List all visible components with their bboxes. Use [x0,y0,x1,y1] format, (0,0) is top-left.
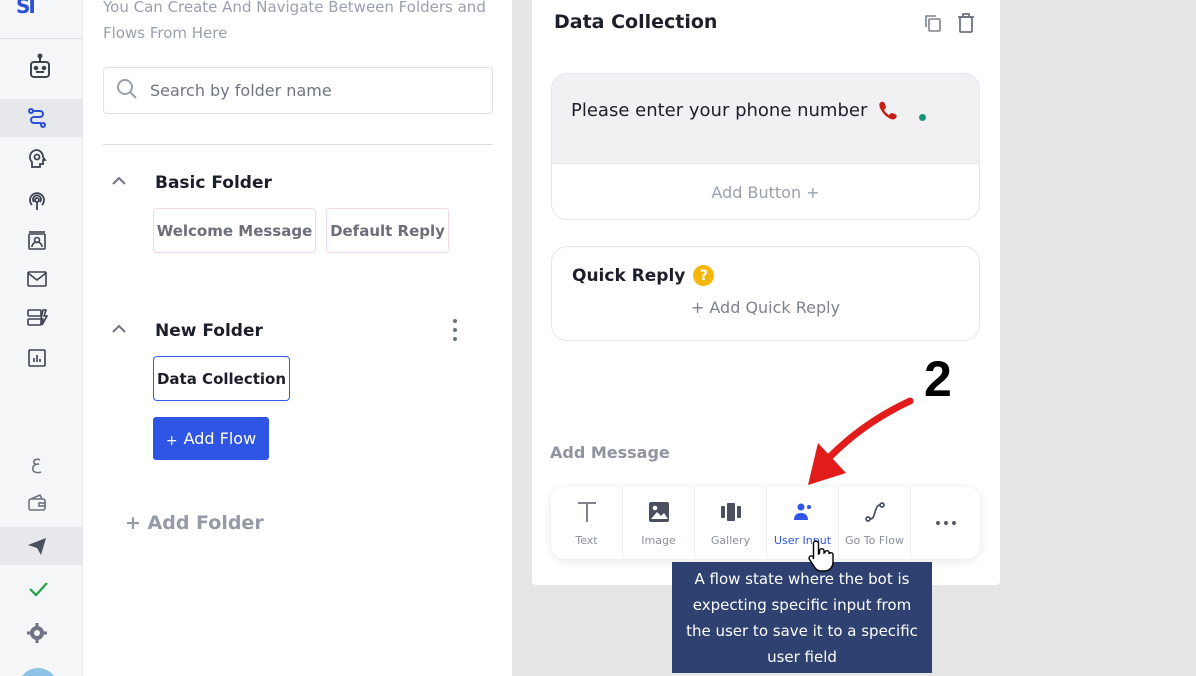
quick-reply-title: Quick Reply ? [572,265,715,286]
folder-basic[interactable]: Basic Folder [110,172,470,194]
folder-name: Basic Folder [155,173,272,193]
tool-label: Go To Flow [845,533,904,547]
trash-icon[interactable] [956,12,976,38]
add-flow-button[interactable]: + Add Flow [153,417,269,460]
sidebar: SI [0,0,83,676]
image-icon [647,500,671,528]
chevron-up-icon[interactable] [110,172,128,194]
go-to-flow-icon [863,500,887,528]
sidebar-item-templates[interactable] [0,299,83,337]
plus-icon: + [165,432,178,449]
add-quick-reply-button[interactable]: + Add Quick Reply [552,298,979,317]
settings-icon [26,622,48,644]
sidebar-item-flows[interactable] [0,99,83,137]
sidebar-item-analytics[interactable] [0,339,83,377]
divider [103,144,493,145]
contacts-icon [26,230,48,252]
tool-go-to-flow[interactable]: Go To Flow [839,487,911,559]
quick-reply-block: Quick Reply ? + Add Quick Reply [551,246,980,341]
tool-label: Gallery [710,533,751,547]
flow-title: Data Collection [554,11,718,33]
flow-chip[interactable]: Welcome Message [153,208,316,253]
check-icon [26,577,50,601]
help-icon[interactable]: ? [693,265,715,286]
flow-icon [26,107,48,129]
brain-icon [26,148,48,170]
message-type-toolbar: Text Image Gallery User Input Go To Flow [551,487,980,559]
mail-icon [26,268,48,290]
sidebar-item-wallet[interactable] [0,484,83,522]
status-dot [919,114,927,121]
flow-chip[interactable]: Default Reply [326,208,449,253]
logo: SI [16,0,36,18]
folder-search[interactable] [103,67,493,114]
tool-more[interactable] [911,487,980,559]
tool-image[interactable]: Image [623,487,695,559]
copy-icon[interactable] [923,13,943,37]
avatar[interactable] [18,668,58,676]
sidebar-item-tasks[interactable] [0,570,83,608]
wallet-icon [26,492,48,514]
flow-chip-selected[interactable]: Data Collection [153,356,290,401]
message-text-area[interactable]: Please enter your phone number [552,74,979,163]
folder-new[interactable]: New Folder [110,320,470,342]
sidebar-item-ai[interactable] [0,140,83,178]
annotation-arrow-icon [808,397,914,485]
quick-reply-label: Quick Reply [572,265,686,286]
tool-label: Text [575,533,598,547]
language-icon [26,454,48,476]
search-icon [116,78,138,104]
user-input-tooltip: A flow state where the bot is expecting … [672,562,932,673]
step-number-annotation: 2 [924,351,952,407]
add-button[interactable]: Add Button + [552,163,979,219]
sidebar-item-contacts[interactable] [0,222,83,260]
hand-cursor-icon [808,540,834,572]
sidebar-item-bots[interactable] [0,48,83,86]
flow-editor: Data Collection Please enter your phone … [532,0,1000,585]
add-message-label: Add Message [550,443,670,462]
user-input-icon [791,500,815,528]
sidebar-item-language[interactable] [0,446,83,484]
chevron-up-icon[interactable] [110,320,128,342]
more-icon [935,521,956,525]
sidebar-item-broadcast[interactable] [0,182,83,220]
message-block[interactable]: Please enter your phone number Add Butto… [551,73,980,220]
sidebar-item-inbox[interactable] [0,260,83,298]
sidebar-item-settings[interactable] [0,614,83,652]
tool-text[interactable]: Text [551,487,623,559]
tool-gallery[interactable]: Gallery [695,487,767,559]
robot-icon [26,53,54,81]
folders-panel: You Can Create And Navigate Between Fold… [83,0,512,676]
send-icon [26,535,48,557]
add-flow-label: Add Flow [183,429,257,448]
folder-name: New Folder [155,321,263,341]
sidebar-divider [0,38,83,39]
gallery-icon [719,500,743,528]
templates-icon [26,307,48,329]
tool-label: Image [641,533,676,547]
broadcast-icon [26,190,48,212]
panel-description: You Can Create And Navigate Between Fold… [103,0,486,42]
search-input[interactable] [150,81,470,100]
phone-icon [877,99,901,126]
analytics-icon [26,347,48,369]
text-icon [575,500,599,528]
sidebar-item-send[interactable] [0,527,83,565]
folder-menu-icon[interactable] [451,316,459,344]
message-text: Please enter your phone number [571,100,868,121]
add-folder-button[interactable]: + Add Folder [125,512,264,534]
